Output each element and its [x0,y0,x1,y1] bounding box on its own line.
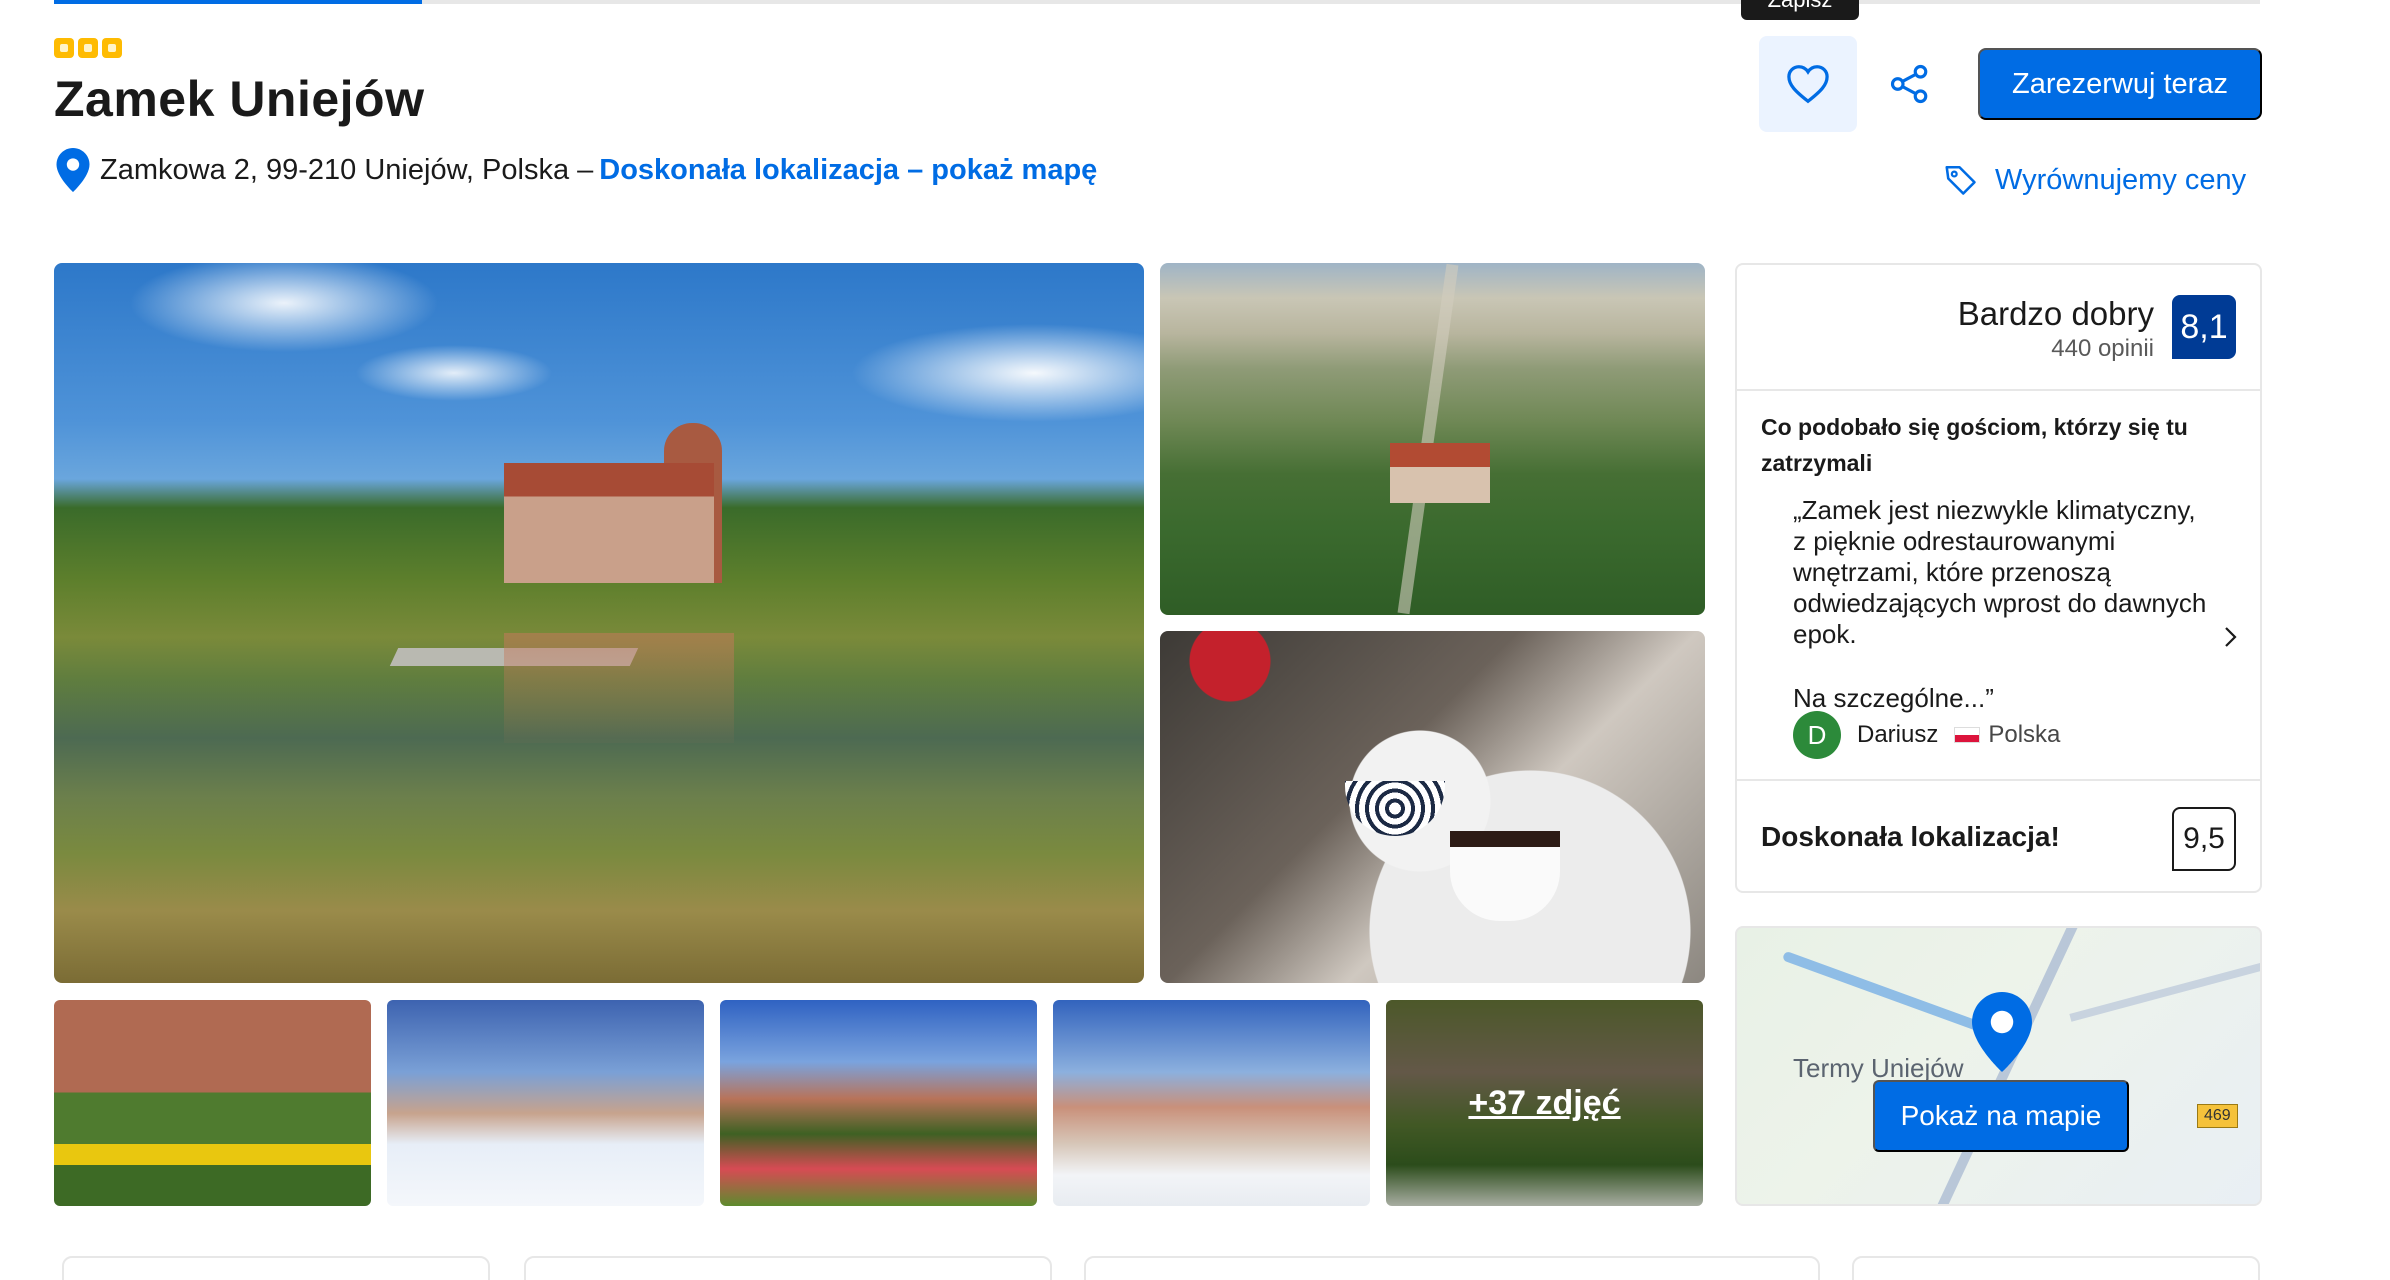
thumbnail-photo[interactable] [54,1000,371,1206]
aerial-road [1397,263,1459,615]
aerial-photo[interactable] [1160,263,1705,615]
price-match-link[interactable]: Wyrównujemy ceny [1943,162,2246,198]
info-card[interactable] [524,1256,1052,1280]
flag-icon [1954,727,1981,743]
reviewer-info: D Dariusz Polska [1793,711,2060,759]
price-tag-icon [1945,165,1976,195]
main-photo[interactable] [54,263,1144,983]
castle-reflection [504,633,734,743]
location-score-row: Doskonała lokalizacja! 9,5 [1737,779,2260,893]
rating-word: Bardzo dobry [1957,295,2154,332]
guests-liked-heading: Co podobało się gościom, którzy się tu z… [1761,414,2188,476]
info-card[interactable] [62,1256,490,1280]
hotel-address: Zamkowa 2, 99-210 Uniejów, Polska – Dosk… [56,148,1097,192]
price-match-label: Wyrównujemy ceny [1995,163,2247,196]
review-quote-more: Na szczególne...” [1793,683,1994,713]
coffee-cup [1450,831,1560,921]
map-pin-icon [56,148,90,192]
more-photos-thumbnail[interactable]: +37 zdjęć [1386,1000,1703,1206]
thumbnail-photo[interactable] [1053,1000,1370,1206]
star-rating [54,38,122,58]
cafe-photo[interactable] [1160,631,1705,983]
review-summary-card: Bardzo dobry 440 opinii 8,1 Co podobało … [1735,263,2262,893]
map-river [1781,950,1993,1036]
chevron-right-icon[interactable] [2218,625,2242,649]
star-icon [102,38,122,58]
reviewer-country: Polska [1988,721,2061,748]
location-score-badge: 9,5 [2172,807,2236,871]
location-label: Doskonała lokalizacja! [1761,821,2060,852]
address-text: Zamkowa 2, 99-210 Uniejów, Polska – [100,153,594,186]
save-button[interactable] [1759,36,1857,132]
road-number-badge: 469 [2197,1104,2238,1128]
info-card[interactable] [1084,1256,1820,1280]
review-quote: „Zamek jest niezwykle klimatyczny, z pię… [1793,495,2207,649]
reviewer-name: Dariusz [1857,721,1939,748]
map-road [2069,962,2260,1022]
score-badge: 8,1 [2172,295,2236,359]
star-icon [54,38,74,58]
review-count: 440 opinii [2051,335,2154,362]
heart-icon [1787,65,1829,104]
hotel-title: Zamek Uniejów [54,71,425,127]
castle-building [504,463,714,583]
thumbnail-photo[interactable] [720,1000,1037,1206]
thumbnail-photo[interactable] [387,1000,704,1206]
review-score-header[interactable]: Bardzo dobry 440 opinii 8,1 [1737,265,2260,391]
map-pin-icon [1972,992,2032,1072]
more-photos-link[interactable]: +37 zdjęć [1468,1084,1620,1123]
save-tooltip: Zapisz [1741,0,1859,20]
more-photos-overlay: +37 zdjęć [1386,1000,1703,1206]
tab-progress-bar [54,0,2260,4]
info-card[interactable] [1852,1256,2260,1280]
show-on-map-button[interactable]: Pokaż na mapie [1873,1080,2129,1152]
show-map-link[interactable]: Doskonała lokalizacja – pokaż mapę [599,154,1097,187]
avatar: D [1793,711,1841,759]
map-preview[interactable]: Termy Uniejów 469 Pokaż na mapie [1735,926,2262,1206]
share-button[interactable] [1882,56,1938,112]
aerial-castle [1390,443,1490,503]
sugar-bowl [1345,781,1445,836]
share-icon [1890,64,1928,104]
tab-progress-active [54,0,422,4]
book-now-button[interactable]: Zarezerwuj teraz [1978,48,2262,120]
star-icon [78,38,98,58]
